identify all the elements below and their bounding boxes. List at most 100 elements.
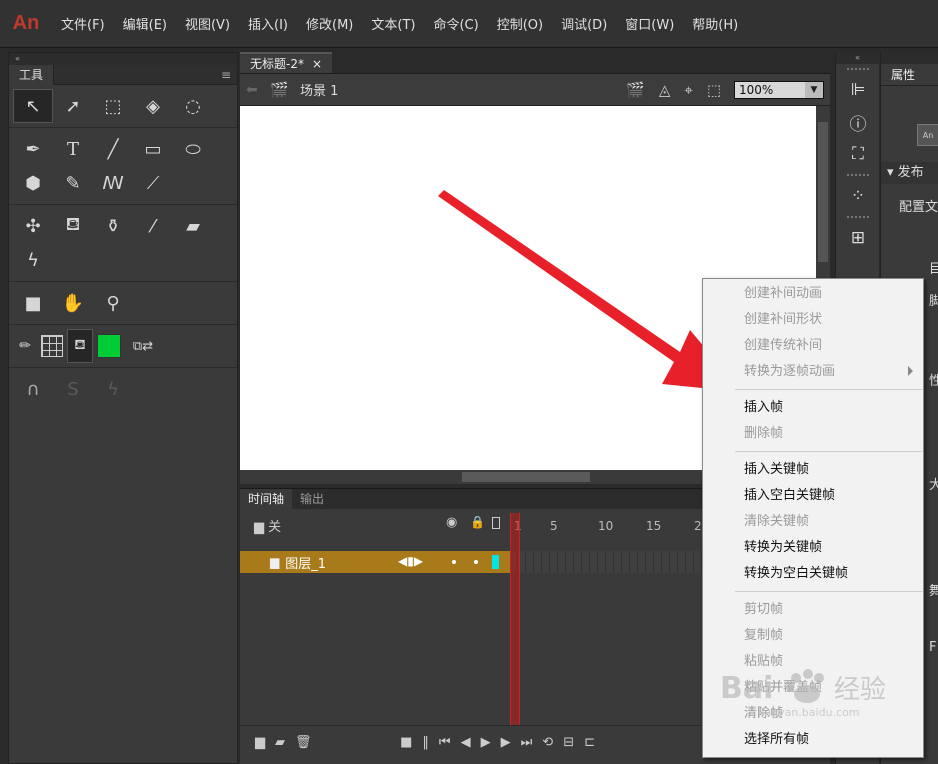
dock-grip-3[interactable] [836, 212, 879, 222]
free-transform-icon[interactable]: ⬚ [93, 89, 133, 123]
zoom-select[interactable]: 100% ▼ [734, 80, 824, 99]
camera-icon[interactable]: ■ [13, 286, 53, 320]
context-menu-item[interactable]: 选择所有帧 [703, 727, 923, 753]
new-folder-icon[interactable]: ▰ [270, 735, 290, 750]
document-tab[interactable]: 无标题-2* × [240, 52, 333, 73]
pen-tool-icon[interactable]: ✒ [13, 132, 53, 166]
horizontal-scroll-thumb[interactable] [462, 472, 590, 482]
text-tool-icon[interactable]: T [53, 132, 93, 166]
selection-tool-icon[interactable]: ↖ [13, 89, 53, 123]
menu-commands[interactable]: 命令(C) [424, 0, 487, 48]
context-menu-item[interactable]: 转换为关键帧 [703, 535, 923, 561]
pencil-tool-icon[interactable]: ✎ [53, 166, 93, 200]
3d-rotation-icon[interactable]: ◈ [133, 89, 173, 123]
edit-scene-icon[interactable]: 🎬 [619, 81, 652, 99]
tools-tab[interactable]: 工具 [9, 64, 55, 85]
stroke-color-swatch[interactable] [37, 329, 67, 363]
tab-properties[interactable]: 属性 [881, 64, 938, 86]
lock-icon[interactable]: 🔒 [470, 515, 485, 529]
context-menu-item[interactable]: 转换为空白关键帧 [703, 561, 923, 587]
context-menu-item[interactable]: 创建补间形状 [703, 307, 923, 333]
back-arrow-icon[interactable]: ⬅ [246, 82, 270, 98]
context-menu-item[interactable]: 删除帧 [703, 421, 923, 447]
hamburger-icon[interactable]: ≡ [221, 68, 237, 82]
last-frame-icon[interactable]: ⏭ [516, 735, 538, 750]
zoom-tool-icon[interactable]: ⚲ [93, 286, 133, 320]
menu-control[interactable]: 控制(O) [488, 0, 552, 48]
context-menu-item[interactable]: 清除帧 [703, 701, 923, 727]
menu-view[interactable]: 视图(V) [176, 0, 239, 48]
context-menu-item[interactable]: 剪切帧 [703, 597, 923, 623]
layer-outline-color[interactable] [492, 555, 499, 569]
collapse-right-icon[interactable]: « [836, 52, 879, 64]
swap-colors-icon[interactable]: ⧉⇄ [125, 329, 161, 363]
play-icon[interactable]: ▶ [476, 735, 496, 750]
menu-modify[interactable]: 修改(M) [297, 0, 362, 48]
center-frame-icon[interactable]: ⊟ [558, 735, 579, 750]
transform-icon[interactable]: ⛶ [836, 138, 880, 170]
eyedropper-icon[interactable]: ⁄ [133, 209, 173, 243]
context-menu-item[interactable]: 插入帧 [703, 395, 923, 421]
line-tool-icon[interactable]: ╱ [93, 132, 133, 166]
close-icon[interactable]: × [312, 57, 322, 71]
context-menu-item[interactable]: 插入关键帧 [703, 457, 923, 483]
bone-tool-icon[interactable]: ✣ [13, 209, 53, 243]
vertical-scroll-thumb[interactable] [818, 122, 828, 262]
playhead[interactable] [510, 513, 520, 725]
eraser-icon[interactable]: ▰ [173, 209, 213, 243]
lasso-icon[interactable]: ◌ [173, 89, 213, 123]
menu-file[interactable]: 文件(F) [52, 0, 114, 48]
onion-skin-icon[interactable]: ⊏ [579, 735, 600, 750]
prev-frame-icon[interactable]: ◀ [456, 735, 476, 750]
trash-icon[interactable]: 🗑 [290, 735, 317, 750]
context-menu-item[interactable]: 粘贴并覆盖帧 [703, 675, 923, 701]
fill-color-swatch[interactable] [93, 329, 125, 363]
scene-label[interactable]: 场景 1 [300, 80, 338, 99]
lock-dot[interactable] [474, 560, 478, 564]
polystar-tool-icon[interactable]: ⬢ [13, 166, 53, 200]
context-menu-item[interactable]: 创建传统补间 [703, 333, 923, 359]
context-menu-item[interactable]: 转换为逐帧动画 [703, 359, 923, 385]
align-icon[interactable]: ⊫ [836, 74, 880, 106]
menu-help[interactable]: 帮助(H) [683, 0, 747, 48]
library-grid-icon[interactable]: ⊞ [836, 222, 880, 254]
subselection-tool-icon[interactable]: ➚ [53, 89, 93, 123]
tab-timeline[interactable]: 时间轴 [240, 489, 293, 509]
menu-edit[interactable]: 编辑(E) [114, 0, 176, 48]
fill-bucket-icon[interactable]: ⛾ [67, 329, 93, 363]
paint-bucket-icon[interactable]: ⛾ [53, 209, 93, 243]
rectangle-tool-icon[interactable]: ▭ [133, 132, 173, 166]
keyframe-nav-icon[interactable]: ◀▮▶ [398, 554, 423, 568]
dock-grip-2[interactable] [836, 170, 879, 180]
menu-text[interactable]: 文本(T) [362, 0, 424, 48]
context-menu-item[interactable]: 插入空白关键帧 [703, 483, 923, 509]
context-menu-item[interactable]: 创建补间动画 [703, 281, 923, 307]
snap-magnet-icon[interactable]: ∩ [13, 372, 53, 406]
context-menu-item[interactable]: 复制帧 [703, 623, 923, 649]
info-icon[interactable]: ⓘ [836, 106, 880, 138]
tab-output[interactable]: 输出 [292, 489, 332, 509]
collapse-icon[interactable]: « [9, 53, 237, 65]
menu-debug[interactable]: 调试(D) [552, 0, 616, 48]
camera-toggle-icon[interactable]: ■ [395, 735, 417, 750]
paint-brush-icon[interactable]: ꟿ [93, 166, 133, 200]
hand-tool-icon[interactable]: ✋ [53, 286, 93, 320]
parenting-icon[interactable]: ‖ [417, 735, 434, 750]
color-swatches-icon[interactable]: ⁘ [836, 180, 880, 212]
dock-grip[interactable] [836, 64, 879, 74]
center-stage-icon[interactable]: ⌖ [677, 81, 699, 99]
brush-tool-icon[interactable]: ⟋ [133, 166, 173, 200]
visibility-dot[interactable] [452, 560, 456, 564]
menu-window[interactable]: 窗口(W) [616, 0, 683, 48]
outline-icon[interactable] [492, 517, 500, 529]
oval-tool-icon[interactable]: ⬭ [173, 132, 213, 166]
ink-bottle-icon[interactable]: ⚱ [93, 209, 133, 243]
width-tool-icon[interactable]: ϟ [13, 243, 53, 277]
first-frame-icon[interactable]: ⏮ [434, 735, 456, 750]
context-menu-item[interactable]: 粘贴帧 [703, 649, 923, 675]
context-menu-item[interactable]: 清除关键帧 [703, 509, 923, 535]
stroke-color-pencil-icon[interactable]: ✏ [13, 329, 37, 363]
chevron-down-icon[interactable]: ▼ [805, 81, 823, 98]
next-frame-icon[interactable]: ▶ [496, 735, 516, 750]
publish-section-header[interactable]: ▾ 发布 [881, 162, 938, 184]
